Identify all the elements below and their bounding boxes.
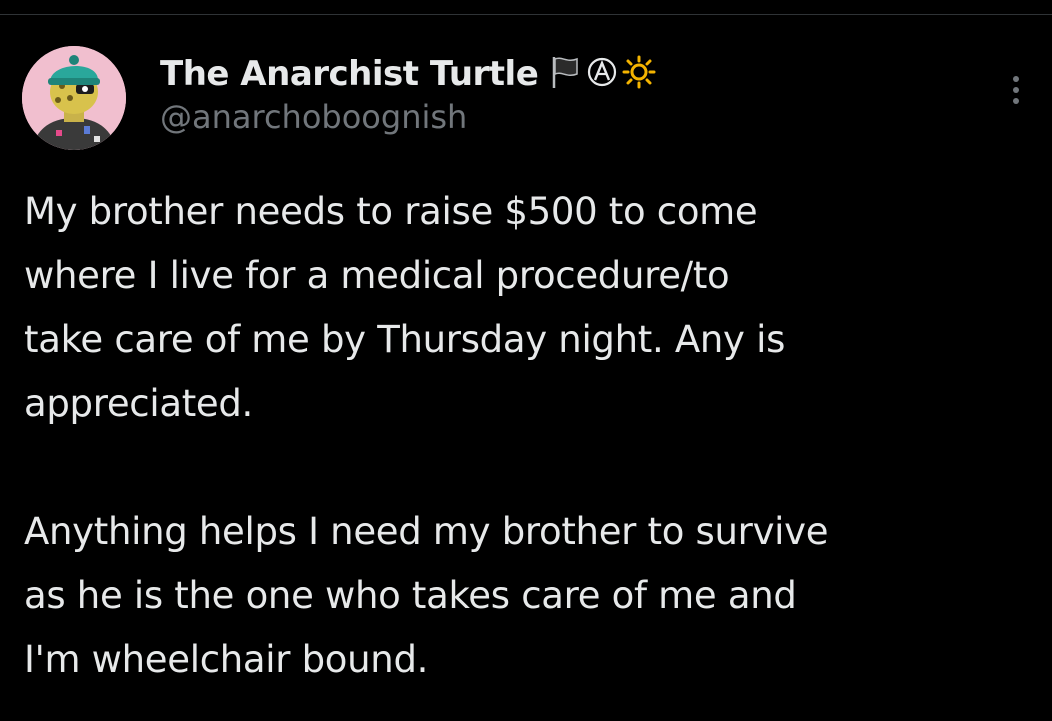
author-handle[interactable]: @anarchoboognish <box>160 98 920 136</box>
tweet: The Anarchist Turtle @anarchoboognish My… <box>0 0 1052 721</box>
tweet-text: My brother needs to raise $500 to come w… <box>24 180 1024 692</box>
more-options-button[interactable] <box>1000 68 1032 112</box>
more-options-icon <box>1013 76 1019 82</box>
tweet-line: where I live for a medical procedure/to <box>24 254 730 297</box>
tweet-paragraph: Anything helps I need my brother to surv… <box>24 500 1024 692</box>
tweet-paragraph: My brother needs to raise $500 to come w… <box>24 180 1024 436</box>
author-badges <box>550 54 656 94</box>
tweet-line: My brother needs to raise $500 to come <box>24 190 758 233</box>
more-options-icon <box>1013 98 1019 104</box>
tweet-line: take care of me by Thursday night. Any i… <box>24 318 786 361</box>
turtle-avatar-image <box>22 46 126 150</box>
tweet-author: The Anarchist Turtle @anarchoboognish <box>160 52 920 152</box>
tweet-line: Anything helps I need my brother to surv… <box>24 510 829 553</box>
more-options-icon <box>1013 87 1019 93</box>
tweet-line: appreciated. <box>24 382 254 425</box>
tweet-line: as he is the one who takes care of me an… <box>24 574 797 617</box>
sun-icon <box>622 55 656 93</box>
circle-a-icon <box>586 56 618 92</box>
author-display-name[interactable]: The Anarchist Turtle <box>160 54 539 94</box>
avatar[interactable] <box>22 46 126 150</box>
black-flag-icon <box>550 54 582 94</box>
tweet-line: I'm wheelchair bound. <box>24 638 429 681</box>
author-name-row: The Anarchist Turtle <box>160 52 920 96</box>
